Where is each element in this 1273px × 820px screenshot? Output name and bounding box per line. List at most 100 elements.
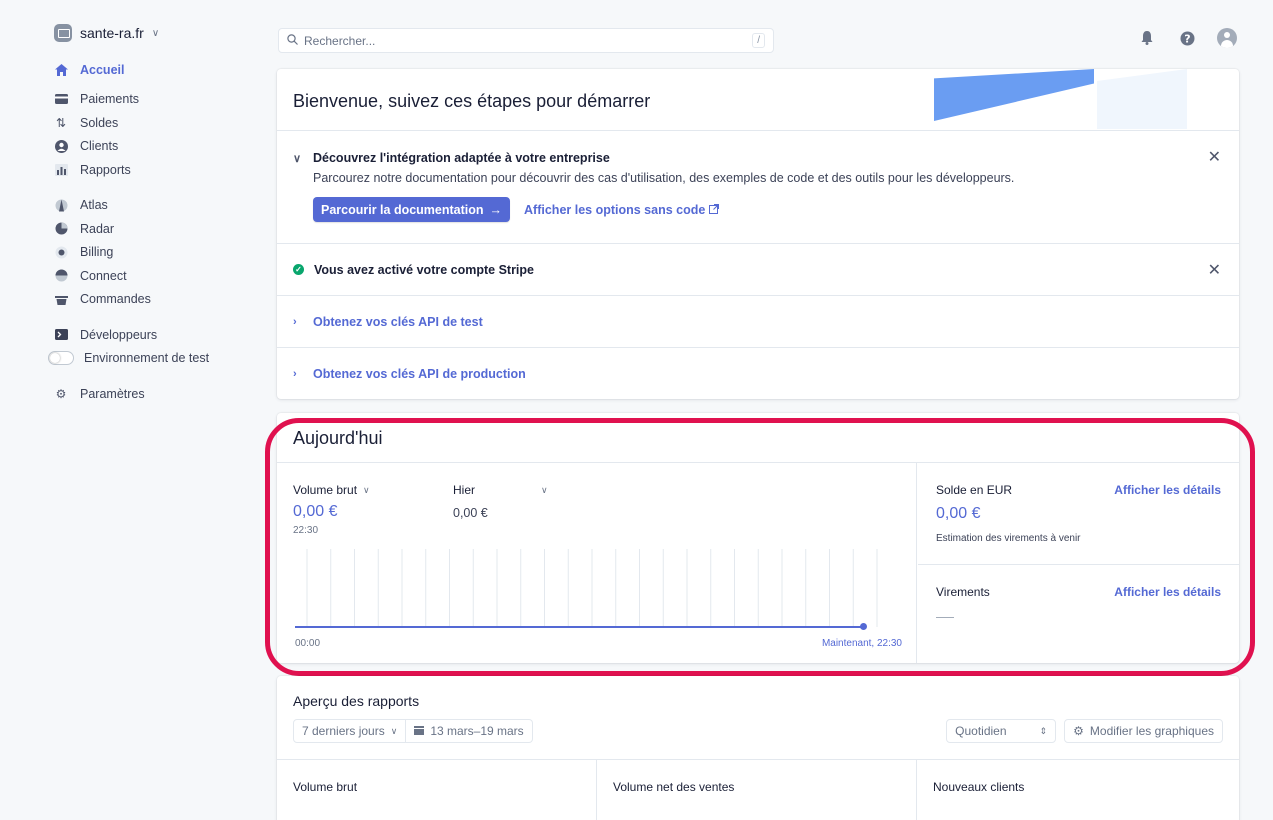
sidebar-item-orders[interactable]: Commandes <box>54 288 255 312</box>
today-title: Aujourd'hui <box>277 413 1239 463</box>
sidebar-item-label: Paramètres <box>80 386 145 401</box>
chevron-right-icon: › <box>293 368 297 380</box>
balance-panel-group: Solde en EUR Afficher les détails 0,00 €… <box>918 463 1239 663</box>
gross-volume-metric: Volume brut ∨ 0,00 € 22:30 <box>293 483 453 536</box>
chevron-down-icon: ∨ <box>293 152 302 165</box>
report-gross-volume[interactable]: Volume brut <box>277 760 597 820</box>
no-code-options-link[interactable]: Afficher les options sans code <box>524 202 720 217</box>
svg-text:?: ? <box>1184 32 1190 45</box>
sidebar-item-home[interactable]: Accueil <box>54 58 255 82</box>
external-link-icon <box>709 203 720 217</box>
updown-chevron-icon: ⇕ <box>1039 725 1048 736</box>
integration-step-title: Découvrez l'intégration adaptée à votre … <box>313 151 610 165</box>
sidebar-item-connect[interactable]: Connect <box>54 264 255 288</box>
sidebar-item-label: Atlas <box>80 198 108 213</box>
bar-chart-icon <box>54 163 68 177</box>
date-filter-group: 7 derniers jours ∨ 13 mars–19 mars <box>293 719 533 743</box>
sidebar-item-label: Développeurs <box>80 327 158 342</box>
close-icon[interactable]: ✕ <box>1208 147 1221 167</box>
billing-icon <box>54 245 68 259</box>
compare-selector[interactable]: Hier ∨ <box>453 483 613 497</box>
sidebar-item-customers[interactable]: Clients <box>54 135 255 159</box>
prod-keys-step[interactable]: › Obtenez vos clés API de production <box>277 348 1239 399</box>
arrow-right-icon: → <box>489 202 503 217</box>
payouts-details-link[interactable]: Afficher les détails <box>1114 585 1221 599</box>
compare-metric: Hier ∨ 0,00 € <box>453 483 613 536</box>
date-range-picker[interactable]: 13 mars–19 mars <box>406 719 533 743</box>
compare-value: 0,00 € <box>453 506 488 520</box>
range-select[interactable]: 7 derniers jours ∨ <box>293 719 407 743</box>
prod-keys-row[interactable]: › Obtenez vos clés API de production <box>293 367 526 381</box>
integration-step-toggle[interactable]: ∨ Découvrez l'intégration adaptée à votr… <box>293 151 1223 165</box>
today-card: Aujourd'hui Volume brut ∨ 0,00 € 22:30 H… <box>277 413 1239 663</box>
test-mode-toggle[interactable]: Environnement de test <box>48 347 255 371</box>
test-keys-row[interactable]: › Obtenez vos clés API de test <box>293 315 483 329</box>
report-new-customers[interactable]: Nouveaux clients <box>917 760 1237 820</box>
close-icon[interactable]: ✕ <box>1208 260 1221 280</box>
calendar-icon <box>414 724 425 738</box>
sidebar-item-label: Accueil <box>80 62 125 77</box>
payouts-label: Virements <box>936 585 990 599</box>
gross-volume-chart <box>306 549 878 627</box>
report-columns: Volume brut Volume net des ventes Nouvea… <box>277 759 1239 820</box>
test-keys-step[interactable]: › Obtenez vos clés API de test <box>277 296 1239 348</box>
sidebar-item-atlas[interactable]: Atlas <box>54 194 255 218</box>
report-net-volume[interactable]: Volume net des ventes <box>597 760 917 820</box>
decorative-shape <box>934 69 1094 121</box>
sidebar-item-label: Commandes <box>80 292 151 307</box>
sidebar-item-settings[interactable]: ⚙ Paramètres <box>54 382 255 406</box>
chevron-right-icon: › <box>293 315 297 328</box>
sidebar-item-balances[interactable]: ⇅ Soldes <box>54 111 255 135</box>
atlas-icon <box>54 198 68 212</box>
chevron-down-icon: ∨ <box>363 484 370 495</box>
chart-gridlines <box>306 549 878 627</box>
sidebar-item-label: Connect <box>80 268 127 283</box>
decorative-shape <box>1097 69 1187 129</box>
account-activated-title: Vous avez activé votre compte Stripe <box>314 262 534 277</box>
bell-icon[interactable] <box>1137 28 1157 48</box>
no-code-options-label: Afficher les options sans code <box>524 202 706 217</box>
test-keys-title: Obtenez vos clés API de test <box>313 314 483 329</box>
gross-volume-time: 22:30 <box>293 525 319 536</box>
user-circle-icon <box>54 139 68 153</box>
sidebar-item-reports[interactable]: Rapports <box>54 158 255 182</box>
sidebar-item-label: Radar <box>80 221 115 236</box>
toggle-switch[interactable] <box>48 351 74 366</box>
account-activated-step: ✓ Vous avez activé votre compte Stripe ✕ <box>277 244 1239 296</box>
avatar[interactable] <box>1217 28 1237 48</box>
home-icon <box>54 63 68 77</box>
browse-docs-button[interactable]: Parcourir la documentation → <box>313 197 511 222</box>
gross-volume-selector[interactable]: Volume brut ∨ <box>293 483 453 497</box>
sidebar-item-label: Clients <box>80 139 119 154</box>
balance-panel: Solde en EUR Afficher les détails 0,00 €… <box>918 463 1239 564</box>
integration-step: ∨ Découvrez l'intégration adaptée à votr… <box>277 131 1239 244</box>
sidebar-item-payments[interactable]: Paiements <box>54 88 255 112</box>
sidebar-item-developers[interactable]: Développeurs <box>54 323 255 347</box>
chart-series-line <box>295 626 863 628</box>
help-icon[interactable]: ? <box>1177 28 1197 48</box>
onboarding-title: Bienvenue, suivez ces étapes pour démarr… <box>293 91 651 111</box>
transfer-arrows-icon: ⇅ <box>55 115 67 130</box>
balance-label: Solde en EUR <box>936 483 1013 497</box>
edit-charts-button[interactable]: ⚙ Modifier les graphiques <box>1064 719 1223 743</box>
balance-details-link[interactable]: Afficher les détails <box>1114 483 1221 497</box>
search-input[interactable] <box>304 33 747 48</box>
reports-card: Aperçu des rapports 7 derniers jours ∨ 1… <box>277 676 1239 820</box>
account-activated-row: ✓ Vous avez activé votre compte Stripe <box>293 263 534 277</box>
wallet-icon <box>54 92 68 106</box>
sidebar-item-billing[interactable]: Billing <box>54 241 255 265</box>
sidebar-item-radar[interactable]: Radar <box>54 217 255 241</box>
sidebar-item-label: Paiements <box>80 92 140 107</box>
balance-header: Solde en EUR Afficher les détails <box>936 483 1221 497</box>
account-switcher[interactable]: sante-ra.fr ∨ <box>54 24 255 42</box>
chart-end-label: Maintenant, 22:30 <box>821 638 902 649</box>
interval-select-value: Quotidien <box>955 724 1007 738</box>
interval-select[interactable]: Quotidien ⇕ <box>946 719 1057 743</box>
chart-controls: Quotidien ⇕ ⚙ Modifier les graphiques <box>946 719 1223 743</box>
connect-icon <box>54 269 68 283</box>
integration-actions: Parcourir la documentation → Afficher le… <box>313 197 1223 222</box>
payouts-header: Virements Afficher les détails <box>936 585 1221 599</box>
chevron-down-icon: ∨ <box>541 484 548 495</box>
today-body: Volume brut ∨ 0,00 € 22:30 Hier ∨ 0,00 € <box>277 463 1239 663</box>
search-bar[interactable]: / <box>278 28 774 53</box>
